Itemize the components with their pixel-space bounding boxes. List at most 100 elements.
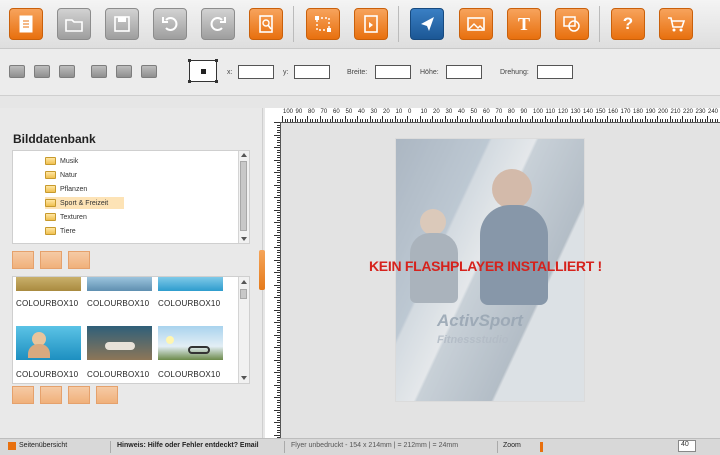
ruler-tick [292,119,293,122]
ruler-tick [582,116,583,122]
ruler-tick [412,119,413,122]
tree-item-textures[interactable]: Texturen [45,211,87,223]
zoom-slider[interactable] [540,442,543,452]
gallery-image[interactable] [16,326,81,360]
width-input[interactable] [375,65,411,79]
thumbnail-placeholder[interactable] [12,251,34,269]
shape-tool-button[interactable] [555,8,589,40]
ruler-tick [607,116,608,122]
ruler-tick [440,119,441,122]
ruler-label: 150 [596,109,606,115]
scroll-thumb[interactable] [240,161,247,231]
thumbnail-placeholder[interactable] [40,251,62,269]
ruler-label: 60 [333,109,340,115]
ruler-tick [277,277,280,278]
tree-item-nature[interactable]: Natur [45,169,77,181]
page-button[interactable] [354,8,388,40]
align-bottom-button[interactable] [141,65,157,78]
thumbnail-placeholder[interactable] [68,251,90,269]
anchor-selector[interactable] [189,60,217,82]
scroll-up-arrow[interactable] [241,153,247,157]
ruler-label: 100 [283,109,293,115]
tree-item-sport[interactable]: Sport & Freizeit [45,197,124,209]
save-button[interactable] [105,8,139,40]
ruler-label: 120 [558,109,568,115]
rotation-input[interactable] [537,65,573,79]
text-tool-button[interactable]: T [507,8,541,40]
gallery-image[interactable] [87,326,152,360]
ruler-tick [400,119,401,122]
align-left-button[interactable] [9,65,25,78]
ruler-tick [487,119,488,122]
hint-text[interactable]: Hinweis: Hilfe oder Fehler entdeckt? Ema… [117,442,259,449]
thumbnail-placeholder[interactable] [68,386,90,404]
ruler-tick [277,320,280,321]
status-divider [284,441,285,453]
ruler-tick [277,155,280,156]
gallery-image[interactable] [87,277,152,291]
page-overview-icon [8,442,16,450]
thumbnail-placeholder[interactable] [40,386,62,404]
tree-item-animals[interactable]: Tiere [45,225,76,237]
tree-item-music[interactable]: Musik [45,155,78,167]
ruler-tick [680,119,681,122]
select-tool-button[interactable] [410,8,444,40]
gallery-image[interactable] [158,277,223,291]
tree-scrollbar[interactable] [238,151,249,243]
ruler-tick [277,432,280,433]
ruler-tick [277,132,280,133]
thumbnail-placeholder[interactable] [12,386,34,404]
ruler-tick [274,372,280,373]
new-document-button[interactable] [9,8,43,40]
image-caption: COLOURBOX10 [16,299,78,308]
ruler-tick [274,122,280,123]
x-input[interactable] [238,65,274,79]
image-tool-button[interactable] [459,8,493,40]
help-button[interactable]: ? [611,8,645,40]
redo-button[interactable] [201,8,235,40]
ruler-tick [277,392,280,393]
y-input[interactable] [294,65,330,79]
ruler-tick [522,119,523,122]
page-overview-link[interactable]: Seitenübersicht [19,442,67,449]
gallery-image[interactable] [158,326,223,360]
open-button[interactable] [57,8,91,40]
ruler-tick [510,119,511,122]
gallery-scrollbar[interactable] [238,277,249,383]
ruler-tick [602,119,603,122]
cart-button[interactable] [659,8,693,40]
rotation-label: Drehung: [500,69,529,76]
align-middle-button[interactable] [116,65,132,78]
ruler-tick [277,330,280,331]
height-input[interactable] [446,65,482,79]
align-top-button[interactable] [91,65,107,78]
gallery-image[interactable] [16,277,81,291]
ruler-tick [437,119,438,122]
crop-frame-button[interactable] [306,8,340,40]
ruler-tick [710,119,711,122]
edit-document-button[interactable] [249,8,283,40]
ruler-label: 80 [308,109,315,115]
ruler-tick [277,307,280,308]
align-right-button[interactable] [59,65,75,78]
scroll-down-arrow[interactable] [241,376,247,380]
tree-item-plants[interactable]: Pflanzen [45,183,87,195]
ruler-tick [327,119,328,122]
scroll-down-arrow[interactable] [241,237,247,241]
ruler-label: 30 [446,109,453,115]
thumbnail-placeholder[interactable] [96,386,118,404]
ruler-tick [617,119,618,122]
scroll-up-arrow[interactable] [241,280,247,284]
ruler-tick [585,119,586,122]
ruler-tick [274,247,280,248]
align-center-button[interactable] [34,65,50,78]
ruler-tick [342,119,343,122]
ruler-tick [542,119,543,122]
scroll-thumb[interactable] [240,289,247,299]
athlete-figure [420,209,446,235]
zoom-input[interactable]: 40 [678,440,696,452]
undo-button[interactable] [153,8,187,40]
ruler-tick [590,119,591,122]
ruler-tick [635,119,636,122]
ruler-tick [612,119,613,122]
